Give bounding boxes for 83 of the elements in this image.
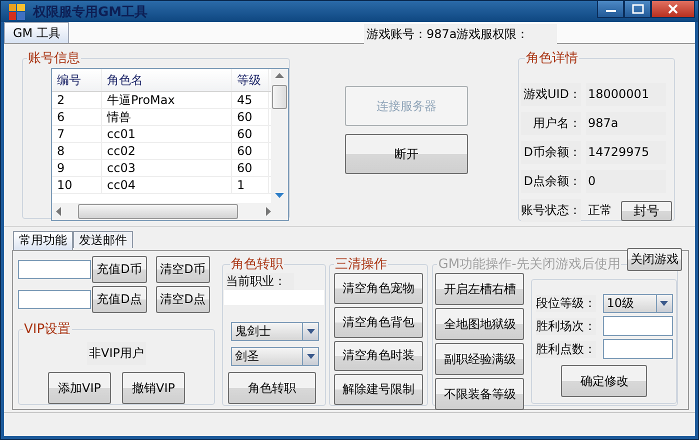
table-cell: 10 bbox=[52, 177, 102, 193]
dropdown-icon bbox=[660, 301, 668, 306]
scroll-left-icon[interactable] bbox=[56, 207, 62, 216]
tab[interactable]: 常用功能 bbox=[13, 231, 73, 250]
recharge-button[interactable]: 充值D币 bbox=[92, 256, 146, 283]
connection-button[interactable]: 断开 bbox=[345, 134, 468, 174]
group-title: 三清操作 bbox=[334, 256, 388, 273]
table-cell: 8 bbox=[52, 143, 102, 159]
scroll-thumb[interactable] bbox=[272, 85, 287, 109]
table-cell: 情兽 bbox=[102, 109, 232, 125]
scroll-down-icon[interactable] bbox=[275, 193, 284, 199]
text-input[interactable] bbox=[602, 339, 673, 359]
table-cell: 45 bbox=[232, 92, 269, 108]
table-cell: cc02 bbox=[102, 143, 232, 159]
vip-status: 非VIP用户 bbox=[87, 342, 146, 365]
field-value: 正常 bbox=[587, 202, 612, 219]
dropdown-icon bbox=[306, 354, 315, 359]
field-label: D点余额： bbox=[521, 170, 581, 193]
vertical-scrollbar[interactable] bbox=[271, 69, 288, 203]
table-cell: 牛逼ProMax bbox=[102, 92, 232, 108]
table-cell: 2 bbox=[52, 92, 102, 108]
field-label: D币余额： bbox=[521, 141, 581, 164]
account-info-text: 游戏账号：987a游戏服权限： bbox=[364, 24, 557, 45]
recharge-button[interactable]: 清空D点 bbox=[156, 286, 210, 313]
table-cell: 60 bbox=[232, 126, 269, 142]
field-label: 游戏UID： bbox=[521, 83, 581, 106]
table-cell: cc03 bbox=[102, 160, 232, 176]
amount-input[interactable] bbox=[18, 260, 91, 279]
group-title: 账号信息 bbox=[27, 50, 81, 67]
column-header[interactable]: 角色名 bbox=[102, 69, 232, 91]
menu-tab[interactable]: GM 工具 bbox=[4, 22, 70, 43]
group-title: 角色详情 bbox=[525, 50, 579, 67]
table-cell: cc04 bbox=[102, 177, 232, 193]
field-label: 胜利点数： bbox=[536, 340, 596, 358]
recharge-button[interactable]: 清空D币 bbox=[156, 256, 210, 283]
job-change-button[interactable]: 角色转职 bbox=[228, 372, 316, 404]
clear-button[interactable]: 清空角色背包 bbox=[334, 306, 424, 338]
close-button[interactable] bbox=[651, 1, 695, 18]
field-value: 0 bbox=[586, 170, 666, 193]
clear-button[interactable]: 清空角色宠物 bbox=[334, 273, 424, 304]
minimize-button[interactable] bbox=[597, 1, 624, 18]
text-input[interactable] bbox=[602, 316, 673, 336]
app-icon bbox=[9, 4, 25, 20]
vip-button[interactable]: 撤销VIP bbox=[122, 372, 185, 404]
amount-input[interactable] bbox=[18, 290, 91, 309]
recharge-button[interactable]: 充值D点 bbox=[92, 286, 146, 313]
clear-button[interactable]: 解除建号限制 bbox=[334, 374, 424, 405]
table-cell: 60 bbox=[232, 160, 269, 176]
horizontal-scrollbar[interactable] bbox=[52, 203, 288, 220]
dropdown-icon bbox=[306, 329, 315, 334]
group-title: VIP设置 bbox=[23, 321, 72, 338]
group-title: GM功能操作-先关闭游戏后使用 bbox=[437, 256, 622, 273]
field-label: 胜利场次： bbox=[536, 318, 596, 334]
column-header[interactable]: 等级 bbox=[232, 69, 269, 91]
field-label: 段位等级： bbox=[536, 295, 596, 312]
clear-button[interactable]: 清空角色时装 bbox=[334, 340, 424, 372]
table-cell: 7 bbox=[52, 126, 102, 142]
window-title: 权限服专用GM工具 bbox=[33, 4, 148, 20]
scroll-right-icon[interactable] bbox=[266, 207, 272, 216]
table-cell: 9 bbox=[52, 160, 102, 176]
current-job-label: 当前职业： bbox=[226, 273, 294, 290]
scroll-thumb[interactable] bbox=[78, 204, 238, 219]
field-value: 18000001 bbox=[586, 83, 666, 106]
table-cell: cc01 bbox=[102, 126, 232, 142]
column-header[interactable]: 编号 bbox=[52, 69, 102, 91]
table-cell: 6 bbox=[52, 109, 102, 125]
table-cell: 60 bbox=[232, 109, 269, 125]
field-value: 14729975 bbox=[586, 141, 666, 164]
table-cell: 60 bbox=[232, 143, 269, 159]
table-cell: 1 bbox=[232, 177, 269, 193]
maximize-icon bbox=[632, 4, 644, 14]
job-select[interactable]: 鬼剑士 bbox=[231, 322, 320, 341]
field-value: 987a bbox=[586, 112, 666, 135]
field-label: 用户名： bbox=[521, 112, 581, 135]
tab[interactable]: 发送邮件 bbox=[73, 231, 133, 248]
scroll-up-icon[interactable] bbox=[275, 73, 284, 79]
field-label: 账号状态： bbox=[521, 199, 581, 222]
job-select[interactable]: 剑圣 bbox=[231, 347, 320, 366]
vip-button[interactable]: 添加VIP bbox=[48, 372, 111, 404]
group-title: 角色转职 bbox=[230, 256, 284, 273]
maximize-button[interactable] bbox=[624, 1, 651, 18]
close-icon bbox=[667, 4, 679, 14]
ban-button[interactable]: 封号 bbox=[621, 200, 672, 220]
